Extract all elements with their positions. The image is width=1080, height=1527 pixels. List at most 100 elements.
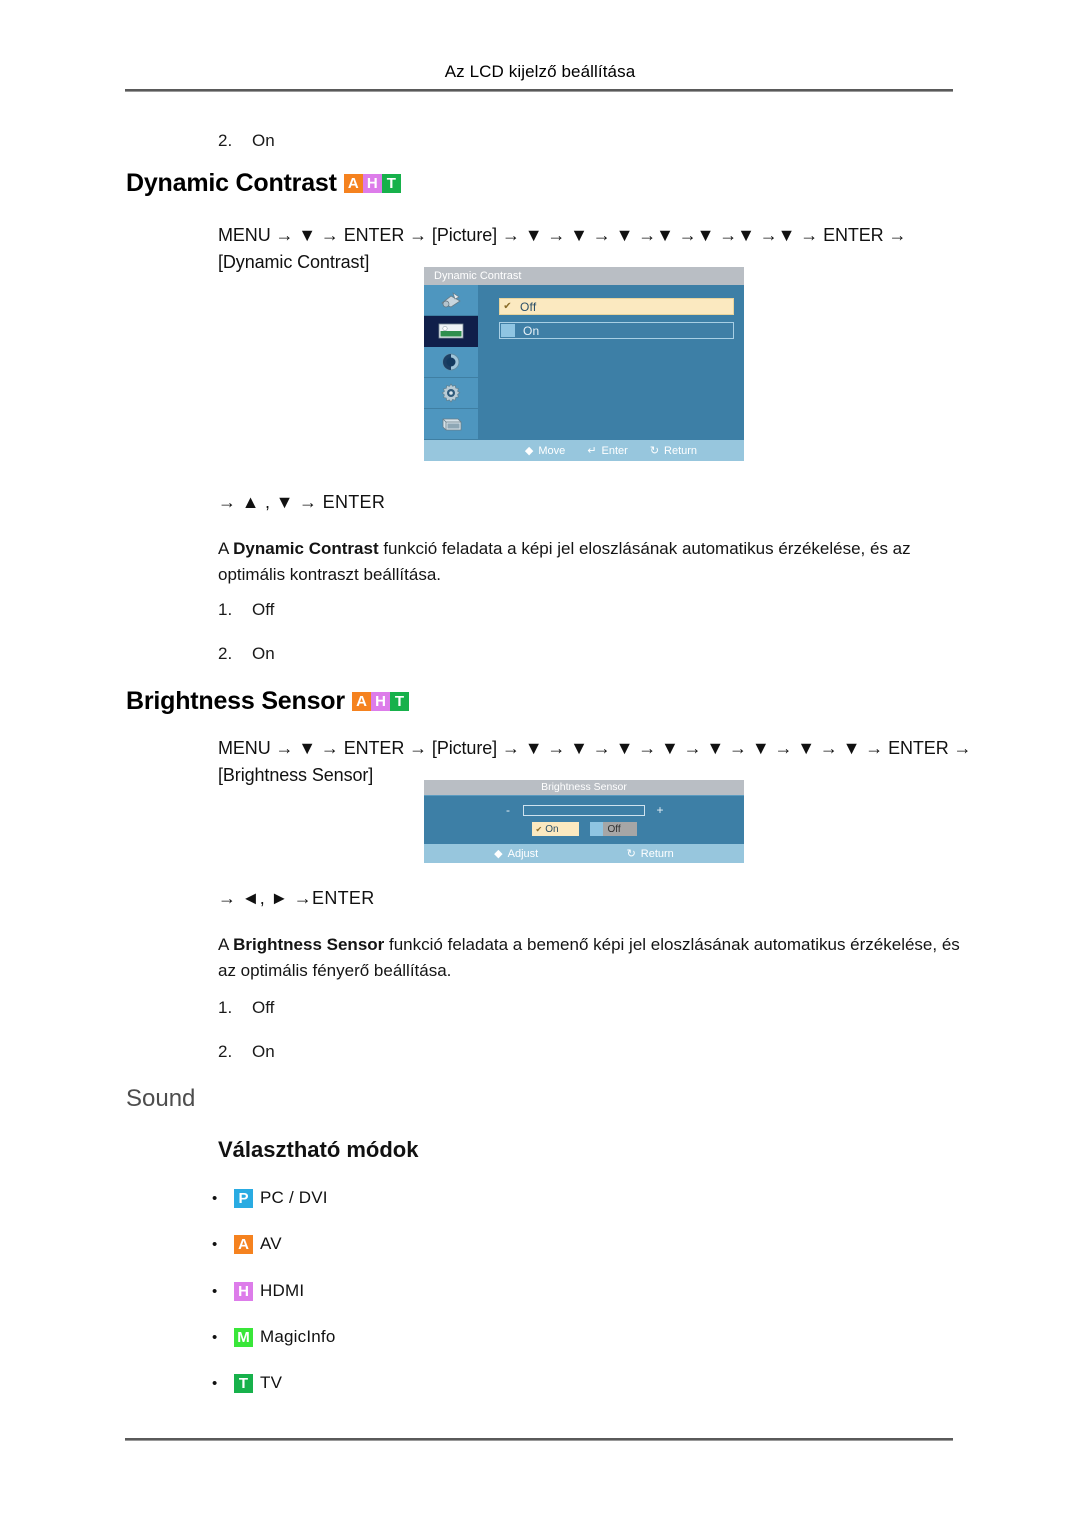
osd-footer-label: Enter: [601, 444, 628, 457]
osd-footer-label: Move: [538, 444, 566, 457]
osd-body: ✔ Off On: [424, 285, 744, 440]
option-marker: [589, 822, 603, 836]
document-page: Az LCD kijelző beállítása 2. On Dynamic C…: [0, 0, 1080, 1527]
osd-option-on[interactable]: On: [499, 322, 734, 339]
osd-button-row: ✔ On Off: [424, 822, 744, 836]
badge-av-icon: A: [343, 174, 363, 193]
plus-icon[interactable]: +: [655, 803, 665, 817]
osd-footer-label: Return: [640, 847, 674, 860]
bullet-icon: •: [212, 1282, 218, 1300]
badge-tv-icon: T: [234, 1373, 253, 1393]
list-item-label: On: [252, 131, 275, 150]
brightness-slider[interactable]: [523, 804, 645, 816]
osd-option-off[interactable]: ✔ Off: [499, 298, 734, 315]
section-heading-sound: Sound: [126, 1085, 196, 1112]
return-icon: ↻: [649, 444, 660, 457]
return-icon: ↻: [626, 847, 636, 860]
description-term: Dynamic Contrast: [233, 539, 379, 558]
nav-hint-dynamic-contrast: → ▲ , ▼ → ENTER: [218, 492, 386, 512]
list-item: 1. Off: [218, 600, 274, 620]
osd-footer: ◆ Move ↵ Enter ↻ Return: [424, 440, 744, 461]
osd-sidebar-item-setup[interactable]: [424, 378, 478, 409]
minus-icon[interactable]: -: [503, 803, 513, 817]
osd-option-list: ✔ Off On: [478, 285, 744, 440]
input-source-icon: [441, 292, 461, 308]
osd-button-off[interactable]: Off: [589, 822, 637, 836]
menu-path-line-1: MENU → ▼ → ENTER → [Picture] → ▼ → ▼ → ▼…: [218, 225, 907, 245]
list-item-av: • A AV: [212, 1234, 282, 1254]
section-heading-text: Dynamic Contrast: [126, 169, 337, 197]
description-dynamic-contrast: A Dynamic Contrast funkció feladata a ké…: [218, 536, 970, 588]
list-item-label: TV: [260, 1373, 283, 1392]
osd-footer-move: ◆ Move: [525, 444, 565, 457]
section-heading-text: Brightness Sensor: [126, 687, 345, 715]
osd-button-on[interactable]: ✔ On: [531, 822, 579, 836]
subheading-selectable-modes: Választható módok: [218, 1137, 419, 1162]
description-prefix: A: [218, 539, 234, 558]
list-item-magicinfo: • M MagicInfo: [212, 1327, 336, 1347]
adjust-icon: ◆: [494, 847, 503, 860]
mode-badge-group: AHT: [343, 174, 401, 193]
list-item-number: 1.: [218, 998, 233, 1017]
osd-footer-return: ↻ Return: [650, 444, 697, 457]
osd-button-label: On: [545, 823, 559, 835]
list-item-label: Off: [252, 998, 275, 1017]
badge-hdmi-icon: H: [234, 1281, 253, 1301]
list-item: 2. On: [218, 131, 275, 151]
osd-sidebar-item-multi-control[interactable]: [424, 409, 478, 440]
list-item-pc-dvi: • P PC / DVI: [212, 1188, 328, 1208]
osd-titlebar: Brightness Sensor: [424, 780, 744, 795]
osd-button-label: Off: [607, 823, 621, 835]
move-icon: ◆: [524, 444, 534, 457]
check-icon: ✔: [535, 824, 543, 834]
badge-hdmi-icon: H: [362, 174, 382, 193]
badge-tv-icon: T: [381, 174, 401, 193]
badge-tv-icon: T: [389, 692, 409, 711]
list-item: 2. On: [218, 644, 275, 664]
list-item-number: 2.: [218, 131, 233, 150]
osd-sidebar: [424, 285, 478, 440]
osd-brightness-sensor: Brightness Sensor - + ✔ On Off ◆ Adjust …: [424, 780, 744, 863]
list-item: 1. Off: [218, 998, 274, 1018]
badge-pc-dvi-icon: P: [234, 1188, 253, 1208]
list-item: 2. On: [218, 1042, 275, 1062]
osd-option-label: On: [523, 323, 540, 338]
header-rule: [125, 89, 953, 92]
section-heading-dynamic-contrast: Dynamic Contrast A H T: [126, 169, 401, 198]
picture-icon: [438, 323, 464, 339]
list-item-label: AV: [260, 1234, 282, 1253]
osd-footer-return: ↻ Return: [627, 847, 674, 860]
bullet-icon: •: [212, 1189, 218, 1207]
osd-sidebar-item-contrast[interactable]: [424, 347, 478, 378]
section-heading-brightness-sensor: Brightness Sensor A H T: [126, 687, 409, 716]
osd-option-label: Off: [520, 299, 537, 314]
list-item-tv: • T TV: [212, 1373, 282, 1393]
brightness-slider-row: - +: [424, 796, 744, 817]
description-brightness-sensor: A Brightness Sensor funkció feladata a b…: [218, 932, 970, 984]
osd-sidebar-item-picture[interactable]: [424, 316, 478, 347]
option-marker: [501, 324, 515, 337]
badge-av-icon: A: [234, 1234, 253, 1254]
list-item-number: 2.: [218, 644, 233, 663]
bullet-icon: •: [212, 1328, 218, 1346]
list-item-number: 2.: [218, 1042, 233, 1061]
list-item-label: On: [252, 1042, 275, 1061]
bullet-icon: •: [212, 1235, 218, 1253]
list-item-number: 1.: [218, 600, 233, 619]
setup-gear-icon: [441, 383, 461, 403]
description-term: Brightness Sensor: [233, 935, 385, 954]
osd-body: - + ✔ On Off: [424, 795, 744, 844]
check-icon: ✔: [503, 301, 512, 312]
menu-path-line-1: MENU → ▼ → ENTER → [Picture] → ▼ → ▼ → ▼…: [218, 738, 972, 758]
osd-sidebar-item-input-source[interactable]: [424, 285, 478, 316]
osd-footer-adjust: ◆ Adjust: [494, 847, 538, 860]
osd-dynamic-contrast: Dynamic Contrast ✔ Off On ◆ Move ↵ Enter…: [424, 267, 744, 461]
running-header: Az LCD kijelző beállítása: [444, 62, 636, 81]
osd-footer-enter: ↵ Enter: [587, 444, 628, 457]
list-item-label: MagicInfo: [260, 1327, 336, 1346]
list-item-hdmi: • H HDMI: [212, 1281, 304, 1301]
multi-control-icon: [442, 418, 462, 431]
badge-av-icon: A: [351, 692, 371, 711]
description-prefix: A: [218, 935, 234, 954]
osd-titlebar: Dynamic Contrast: [424, 267, 744, 285]
